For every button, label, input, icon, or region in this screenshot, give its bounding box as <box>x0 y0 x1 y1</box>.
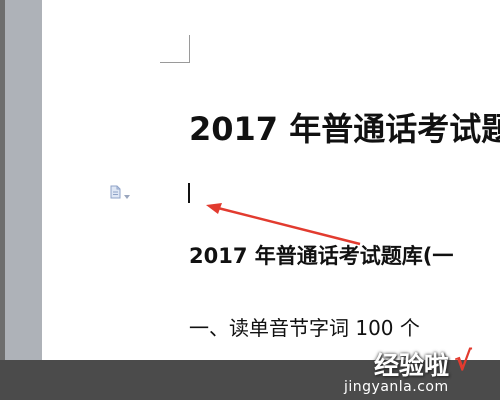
document-page[interactable]: 2017 年普通话考试题 2017 年普通话考试题库(一 一、读单音节字词 10… <box>42 0 500 360</box>
left-margin <box>5 0 42 360</box>
document-heading[interactable]: 2017 年普通话考试题库(一 <box>189 240 453 270</box>
watermark: 经验啦 √ jingyanla.com <box>344 346 492 400</box>
watermark-url: jingyanla.com <box>344 379 449 395</box>
annotation-arrow <box>206 203 361 246</box>
document-section-title[interactable]: 一、读单音节字词 100 个 <box>189 312 420 341</box>
watermark-brand: 经验啦 <box>374 351 450 380</box>
watermark-check-icon: √ <box>454 346 473 377</box>
